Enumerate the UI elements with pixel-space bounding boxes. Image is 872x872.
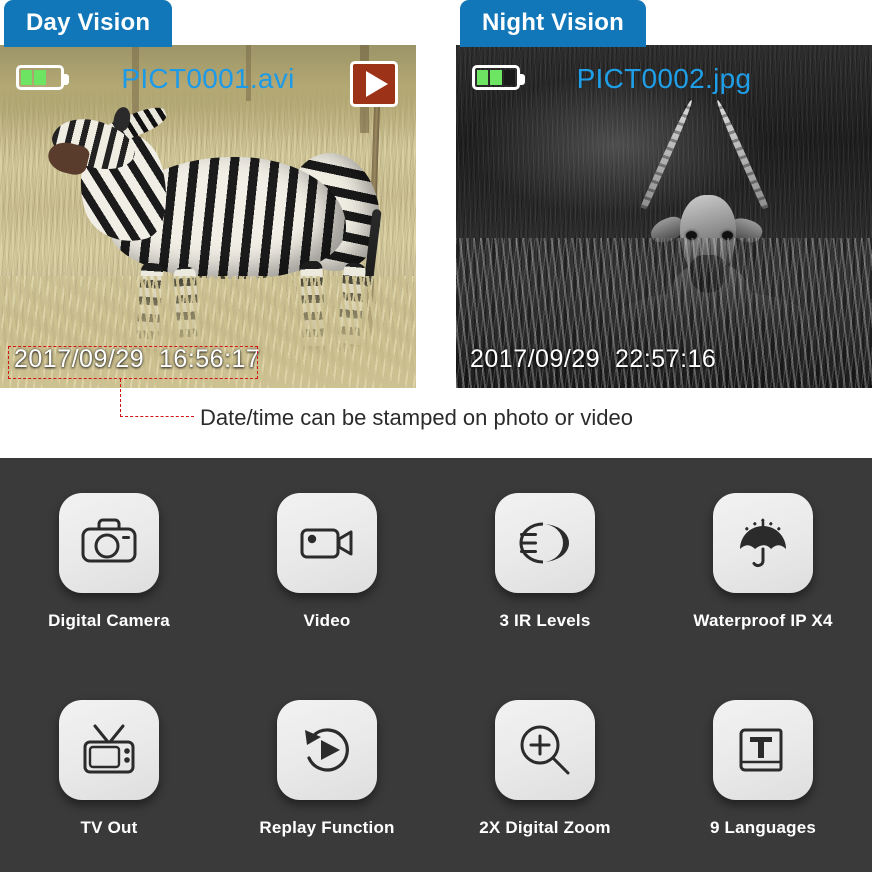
callout-horizontal-line — [120, 416, 194, 417]
day-vision-photo: PICT0001.avi 2017/09/29 16:56:17 — [0, 45, 416, 388]
annotation-caption: Date/time can be stamped on photo or vid… — [200, 405, 633, 430]
feature-label: Digital Camera — [48, 610, 170, 630]
feature-label: 9 Languages — [709, 817, 817, 837]
antelope-horn — [714, 98, 769, 210]
feature-label: 3 IR Levels — [499, 610, 591, 630]
feature-digital-camera[interactable]: Digital Camera — [0, 492, 218, 631]
video-camera-icon — [300, 528, 353, 558]
feature-tile — [277, 492, 377, 593]
night-file-name: PICT0002.jpg — [576, 63, 752, 94]
feature-video[interactable]: Video — [218, 492, 436, 631]
tab-night-vision[interactable]: Night Vision — [460, 0, 646, 47]
replay-icon — [305, 727, 349, 772]
feature-tile — [713, 699, 813, 800]
umbrella-rain-icon — [740, 518, 786, 567]
play-icon[interactable] — [350, 61, 398, 107]
feature-label: 2X Digital Zoom — [479, 817, 611, 837]
feature-tv-out[interactable]: TV Out — [0, 699, 218, 838]
feature-replay[interactable]: Replay Function — [218, 699, 436, 838]
photo-comparison-section: Day Vision PICT0001.avi 2017/09/29 16:56… — [0, 0, 872, 458]
feature-label: TV Out — [80, 817, 138, 837]
tab-night-vision-label: Night Vision — [482, 9, 624, 36]
antelope-horn — [640, 98, 695, 210]
feature-grid: Digital Camera Video 3 IR Levels Waterpr… — [0, 458, 872, 872]
feature-digital-zoom[interactable]: 2X Digital Zoom — [436, 699, 654, 838]
play-triangle — [365, 71, 388, 97]
feature-waterproof[interactable]: Waterproof IP X4 — [654, 492, 872, 631]
feature-tile — [495, 699, 595, 800]
magnifier-plus-icon — [520, 725, 570, 774]
feature-label: Waterproof IP X4 — [693, 610, 833, 630]
timestamp-highlight-box — [8, 346, 258, 379]
book-letter-t-icon — [739, 728, 783, 771]
night-timestamp: 2017/09/29 22:57:16 — [470, 345, 717, 373]
feature-languages[interactable]: 9 Languages — [654, 699, 872, 838]
feature-tile — [713, 492, 813, 593]
feature-tile — [59, 492, 159, 593]
camera-icon — [81, 518, 137, 562]
feature-tile — [277, 699, 377, 800]
tab-day-vision-label: Day Vision — [26, 9, 151, 36]
feature-ir-levels[interactable]: 3 IR Levels — [436, 492, 654, 631]
feature-tile — [495, 492, 595, 593]
feature-label: Replay Function — [259, 817, 395, 837]
tab-day-vision[interactable]: Day Vision — [4, 0, 173, 47]
feature-label: Video — [303, 610, 351, 630]
feature-tile — [59, 699, 159, 800]
ir-beam-icon — [519, 522, 569, 563]
callout-vertical-line — [120, 379, 121, 417]
television-icon — [83, 724, 135, 773]
night-vision-photo: PICT0002.jpg 2017/09/29 22:57:16 — [456, 45, 872, 388]
